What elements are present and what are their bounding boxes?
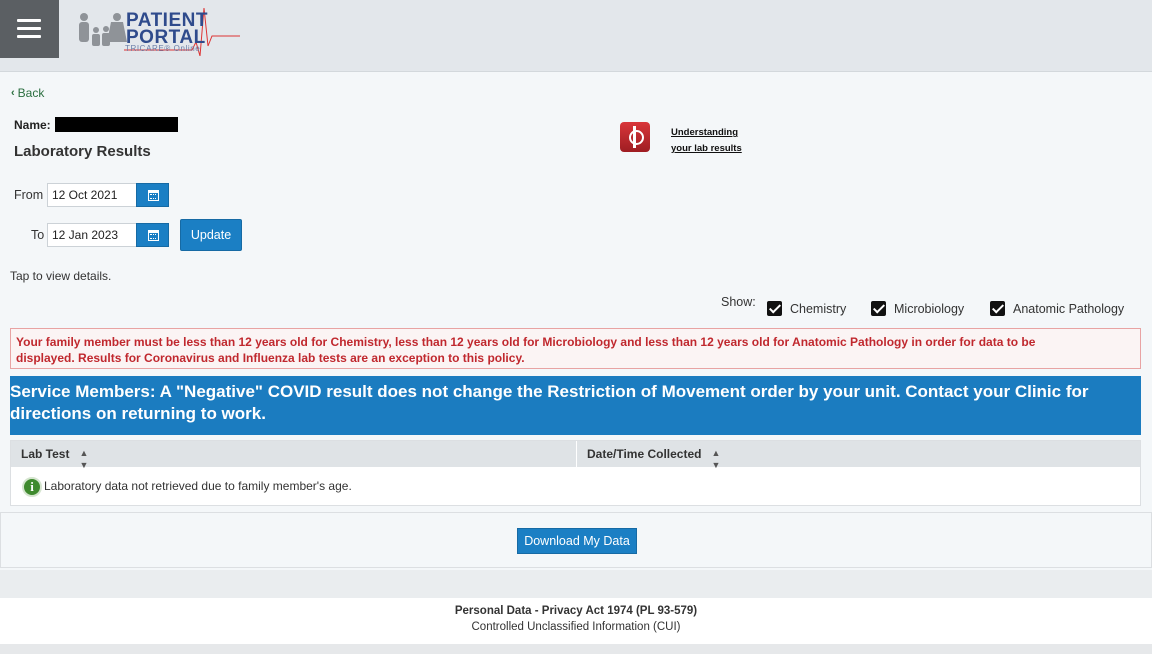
- main-content: ‹ Back Name: Laboratory Results Understa…: [0, 72, 1152, 598]
- alert-line1: Your family member must be less than 12 …: [16, 335, 1036, 349]
- banner-line2: directions on returning to work.: [10, 404, 266, 423]
- redacted-name: [55, 117, 178, 132]
- covid-notice-banner: Service Members: A "Negative" COVID resu…: [10, 376, 1141, 435]
- back-label: Back: [17, 86, 45, 100]
- calendar-icon: [148, 230, 159, 241]
- age-restriction-alert: Your family member must be less than 12 …: [10, 328, 1141, 369]
- column-header-date-collected[interactable]: Date/Time Collected ▲ ▼: [577, 441, 1140, 470]
- alert-line2: displayed. Results for Coronavirus and I…: [16, 351, 525, 365]
- privacy-act-notice: Personal Data - Privacy Act 1974 (PL 93-…: [454, 605, 698, 617]
- back-link[interactable]: ‹ Back: [11, 86, 44, 100]
- update-button[interactable]: Update: [180, 219, 242, 251]
- filter-anatomic-pathology[interactable]: Anatomic Pathology: [990, 301, 1124, 316]
- help-link-line2: your lab results: [671, 143, 742, 154]
- hamburger-icon-bar: [17, 35, 41, 38]
- empty-table-message: Laboratory data not retrieved due to fam…: [44, 479, 352, 493]
- sort-icon: ▲ ▼: [79, 448, 89, 470]
- filter-chemistry[interactable]: Chemistry: [767, 301, 846, 316]
- column-header-label: Date/Time Collected: [587, 447, 702, 461]
- show-label: Show:: [721, 295, 756, 309]
- hamburger-menu-button[interactable]: [0, 0, 59, 58]
- help-link-line1: Understanding: [671, 127, 739, 138]
- from-label: From: [14, 188, 44, 202]
- chevron-left-icon: ‹: [11, 87, 15, 99]
- to-date-input[interactable]: 12 Jan 2023: [47, 223, 137, 247]
- checkbox-checked-icon[interactable]: [871, 301, 886, 316]
- logo-subtitle: TRICARE® Online: [125, 44, 201, 53]
- page-title: Laboratory Results: [14, 143, 151, 160]
- hamburger-icon: [17, 19, 41, 22]
- from-date-input[interactable]: 12 Oct 2021: [47, 183, 137, 207]
- checkbox-checked-icon[interactable]: [990, 301, 1005, 316]
- filter-label: Anatomic Pathology: [1013, 301, 1125, 316]
- background-window-edge: [0, 644, 1152, 654]
- filter-label: Chemistry: [790, 301, 847, 316]
- understanding-lab-results-link[interactable]: Understanding your lab results: [671, 125, 761, 157]
- info-icon: i: [22, 477, 42, 497]
- sort-icon: ▲ ▼: [711, 448, 721, 470]
- name-label: Name:: [14, 118, 51, 132]
- page-footer: Personal Data - Privacy Act 1974 (PL 93-…: [0, 598, 1152, 650]
- hamburger-icon-bar: [17, 27, 41, 30]
- download-panel: Download My Data: [0, 512, 1152, 568]
- banner-line1: Service Members: A "Negative" COVID resu…: [10, 382, 1089, 401]
- calendar-icon: [148, 190, 159, 201]
- patient-portal-logo[interactable]: PATIENT PORTAL TRICARE® Online: [72, 6, 244, 57]
- top-header: PATIENT PORTAL TRICARE® Online: [0, 0, 1152, 72]
- tap-instructions: Tap to view details.: [10, 269, 112, 283]
- from-calendar-button[interactable]: [136, 183, 169, 207]
- column-header-label: Lab Test: [21, 447, 70, 461]
- to-label: To: [31, 228, 45, 242]
- cui-notice: Controlled Unclassified Information (CUI…: [471, 621, 681, 633]
- download-my-data-button[interactable]: Download My Data: [517, 528, 637, 554]
- lab-results-table: Lab Test ▲ ▼ Date/Time Collected ▲ ▼ i Lab…: [10, 440, 1141, 506]
- spacer: [0, 570, 1152, 598]
- column-header-lab-test[interactable]: Lab Test ▲ ▼: [11, 441, 576, 470]
- caduceus-icon[interactable]: [620, 122, 650, 152]
- checkbox-checked-icon[interactable]: [767, 301, 782, 316]
- filter-microbiology[interactable]: Microbiology: [871, 301, 964, 316]
- to-calendar-button[interactable]: [136, 223, 169, 247]
- filter-label: Microbiology: [894, 301, 965, 316]
